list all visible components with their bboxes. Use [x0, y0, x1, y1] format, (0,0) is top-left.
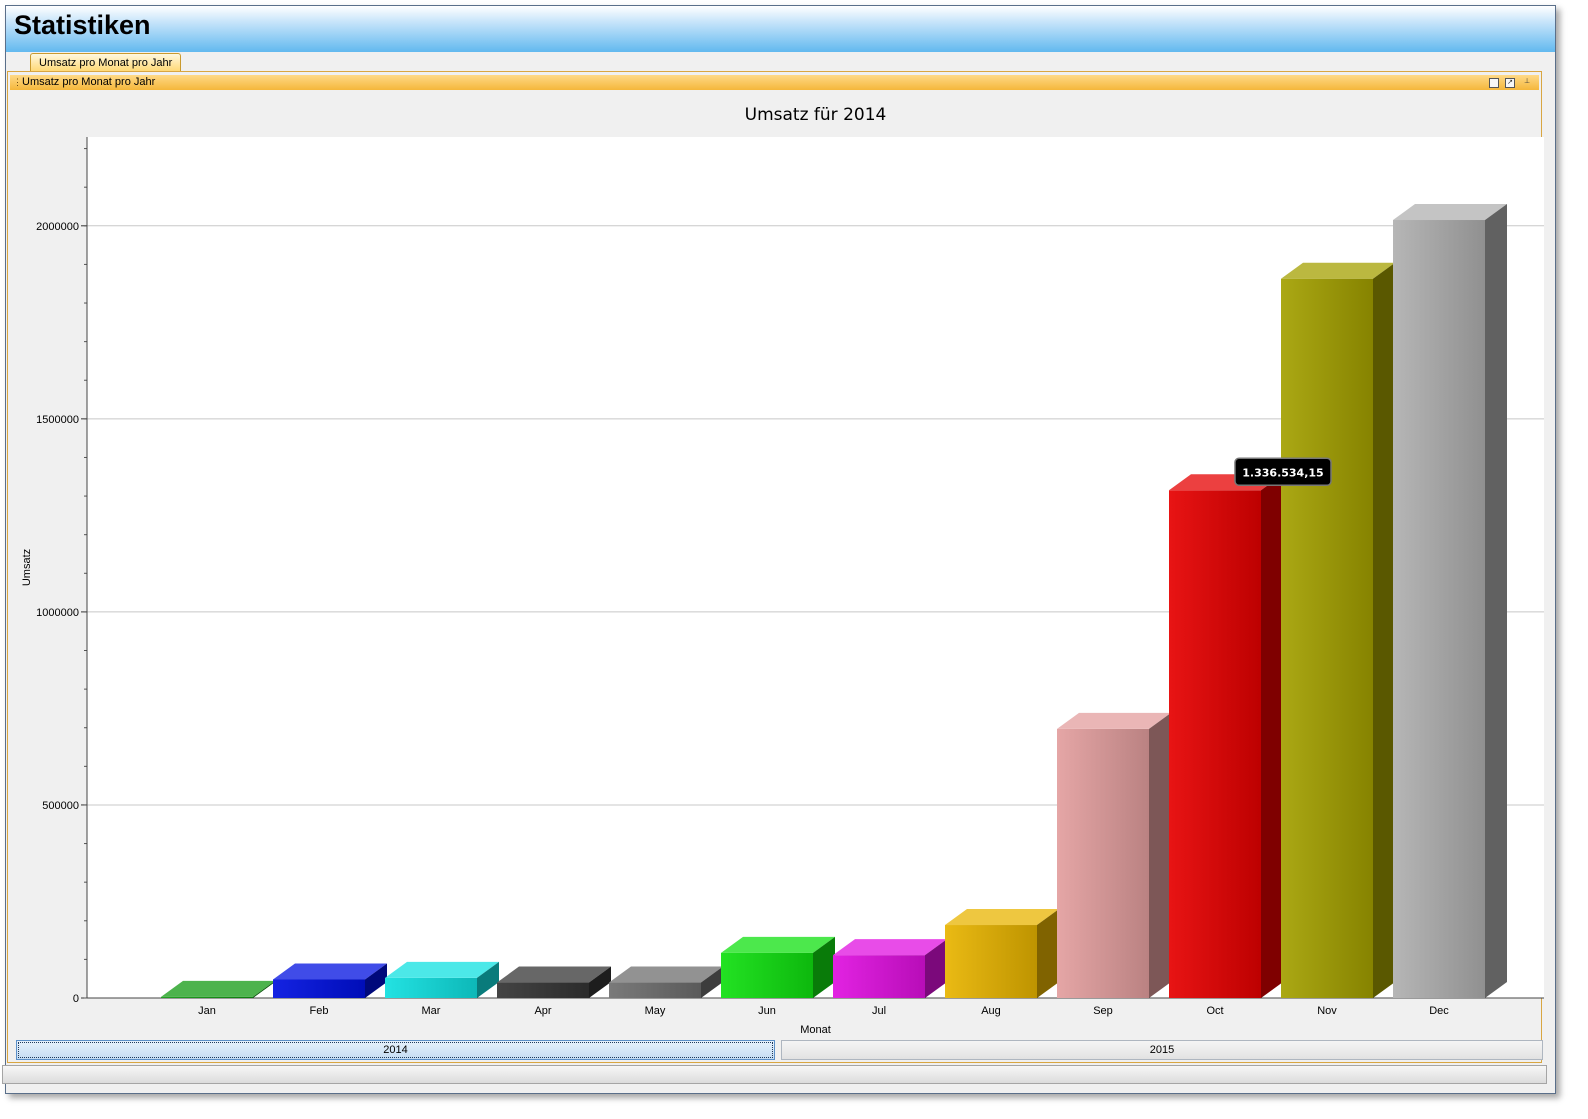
- x-tick-label: May: [645, 1005, 666, 1017]
- x-tick-label: Mar: [422, 1005, 441, 1017]
- bar-aug: [945, 925, 1037, 998]
- y-tick-label: 500000: [42, 800, 79, 812]
- y-tick-label: 0: [73, 993, 79, 1005]
- bar-jun: [721, 952, 813, 998]
- bar-jan: [161, 996, 253, 998]
- tooltip-text: 1.336.534,15: [1242, 466, 1323, 479]
- y-axis-label: Umsatz: [21, 549, 33, 586]
- bar-sep: [1057, 728, 1149, 998]
- y-tick-label: 2000000: [36, 221, 79, 233]
- x-tick-label: Aug: [981, 1005, 1001, 1017]
- chart-title: Umsatz für 2014: [745, 105, 887, 125]
- bar-chart: Umsatz für 2014 0 500000 1000000 1500000 2000…: [21, 105, 1544, 1036]
- year-button-2014[interactable]: 2014: [16, 1040, 775, 1060]
- bar-feb: [273, 979, 365, 998]
- bar-side-sep: [1149, 712, 1171, 998]
- y-tick-label: 1000000: [36, 607, 79, 619]
- bar-dec: [1393, 220, 1485, 998]
- x-axis-label: Monat: [800, 1024, 831, 1036]
- x-tick-label: Oct: [1206, 1005, 1223, 1017]
- x-tick-label: Apr: [534, 1005, 551, 1017]
- x-tick-label: Jun: [758, 1005, 776, 1017]
- bar-side-oct: [1261, 474, 1283, 998]
- bar-may: [609, 982, 701, 998]
- bar-mar: [385, 977, 477, 998]
- bar-oct: [1169, 490, 1261, 998]
- x-tick-label: Feb: [310, 1005, 329, 1017]
- bar-side-nov: [1373, 262, 1395, 998]
- bar-side-dec: [1485, 204, 1507, 998]
- bar-nov: [1281, 278, 1373, 998]
- year-button-2015[interactable]: 2015: [781, 1040, 1543, 1060]
- x-tick-label: Sep: [1093, 1005, 1113, 1017]
- bar-apr: [497, 982, 589, 998]
- bar-jul: [833, 955, 925, 998]
- y-tick-label: 1500000: [36, 414, 79, 426]
- year-selector: 2014 2015: [10, 1040, 1543, 1060]
- status-bar: [2, 1065, 1547, 1084]
- x-tick-label: Nov: [1317, 1005, 1337, 1017]
- x-tick-label: Jan: [198, 1005, 216, 1017]
- x-tick-label: Jul: [872, 1005, 886, 1017]
- x-tick-label: Dec: [1429, 1005, 1449, 1017]
